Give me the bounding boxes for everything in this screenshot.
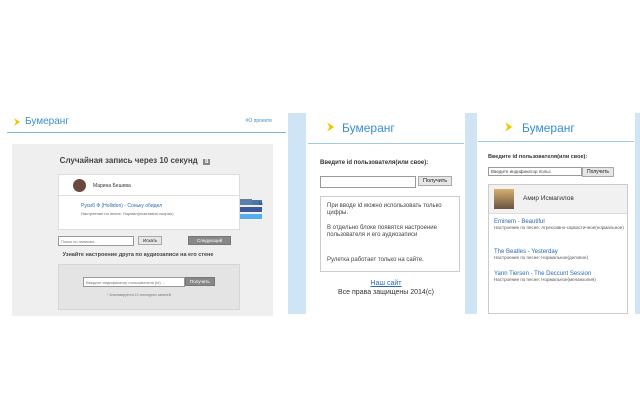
avatar [73,179,86,192]
separator-strip-right [635,113,640,314]
info-roulette: Рулетка работает только на сайте. [327,257,424,263]
copyright: Все права защищены 2014(с) [338,289,434,296]
info-digits: При вводе id можно использовать только ц… [327,203,442,216]
get-button[interactable]: Получить [418,176,453,186]
site-link[interactable]: Наш сайт [308,280,464,287]
track-list: Eminem - Beautiful Настроение по песне: … [494,219,624,293]
track-mood: Настроение по песне: Нормальное(деловое) [494,255,589,260]
vk-like-button[interactable] [240,199,252,205]
boomerang-logo-icon [505,122,513,132]
search-row: Искать Следующий [58,236,238,246]
lookup-box: Получить * Анализируется 10 последних за… [58,264,240,310]
track-item: The Beatles - Yesterday Настроение по пе… [494,249,624,271]
result-card: Амир Исмагилов Eminem - Beautiful Настро… [488,184,628,314]
post-card: Марина Бешева Русиб Ф (Hollidon) - Соньк… [58,174,240,230]
header: Бумеранг [308,108,464,138]
random-title: Случайная запись через 10 секунд 8 [12,156,258,165]
header-divider [478,141,634,142]
get-button[interactable]: Получить [185,277,215,286]
screenshot-main-page: Бумеранг #О проекте Случайная запись чер… [7,108,286,316]
header-divider [308,143,464,144]
track-link[interactable]: Русиб Ф (Hollidon) - Соньку обидел [81,203,162,209]
timer-badge: 8 [202,159,211,165]
like-widget[interactable]: 16 [240,192,270,206]
track-mood: Настроение по песне: Агрессивно-саркасти… [494,225,624,230]
id-prompt: Введите id пользователя(или свое): [488,154,588,160]
result-user-header: Амир Исмагилов [489,185,627,214]
screenshot-popup-result: Бумеранг Введите id пользователя(или сво… [478,108,634,316]
get-button[interactable]: Получить [582,167,614,177]
user-id-input[interactable]: Введите индификатор польз [488,167,582,176]
like-count: 16 [258,201,263,206]
app-logo: Бумеранг [342,121,395,135]
header: Бумеранг #О проекте [7,108,286,133]
result-user-name[interactable]: Амир Исмагилов [523,195,574,202]
track-mood: Настроение по песне: Нормал(позитивно сы… [81,211,174,216]
share-widgets: 16 [240,192,270,219]
share-button-fb[interactable] [240,207,262,212]
track-mood: Настроение по песне: Нормальное(меланхол… [494,277,596,282]
user-id-input[interactable] [83,277,185,287]
separator-strip-left [288,113,306,314]
user-id-input[interactable] [320,176,416,188]
track-item: Yann Tiersen - The Deccunt Session Настр… [494,271,624,293]
search-input[interactable] [58,236,134,246]
info-box: При вводе id можно использовать только ц… [320,196,460,272]
header: Бумеранг [478,108,634,138]
share-button-tw[interactable] [240,214,262,219]
post-user-name[interactable]: Марина Бешева [93,183,131,189]
divider [59,195,239,196]
next-button[interactable]: Следующий [188,236,232,245]
boomerang-logo-icon [14,118,20,126]
random-title-text: Случайная запись через 10 секунд [59,156,198,165]
about-link[interactable]: #О проекте [246,118,272,124]
section-title: Узнайте настроение друга по аудиозаписи … [62,252,214,258]
screenshot-popup-lookup: Бумеранг Введите id пользователя(или сво… [308,108,464,316]
track-item: Eminem - Beautiful Настроение по песне: … [494,219,624,249]
boomerang-logo-icon [327,122,335,132]
search-button[interactable]: Искать [138,236,163,245]
id-prompt: Введите id пользователя(или свое): [320,160,429,166]
user-avatar [494,189,514,209]
content-card: Случайная запись через 10 секунд 8 Марин… [12,144,273,316]
separator-strip-middle [465,113,477,314]
app-logo: Бумеранг [522,121,575,135]
footnote: * Анализируется 10 последних записей [107,293,171,297]
info-block: В отдельно блоке появятся настроение пол… [327,225,437,238]
app-logo: Бумеранг [25,116,69,127]
